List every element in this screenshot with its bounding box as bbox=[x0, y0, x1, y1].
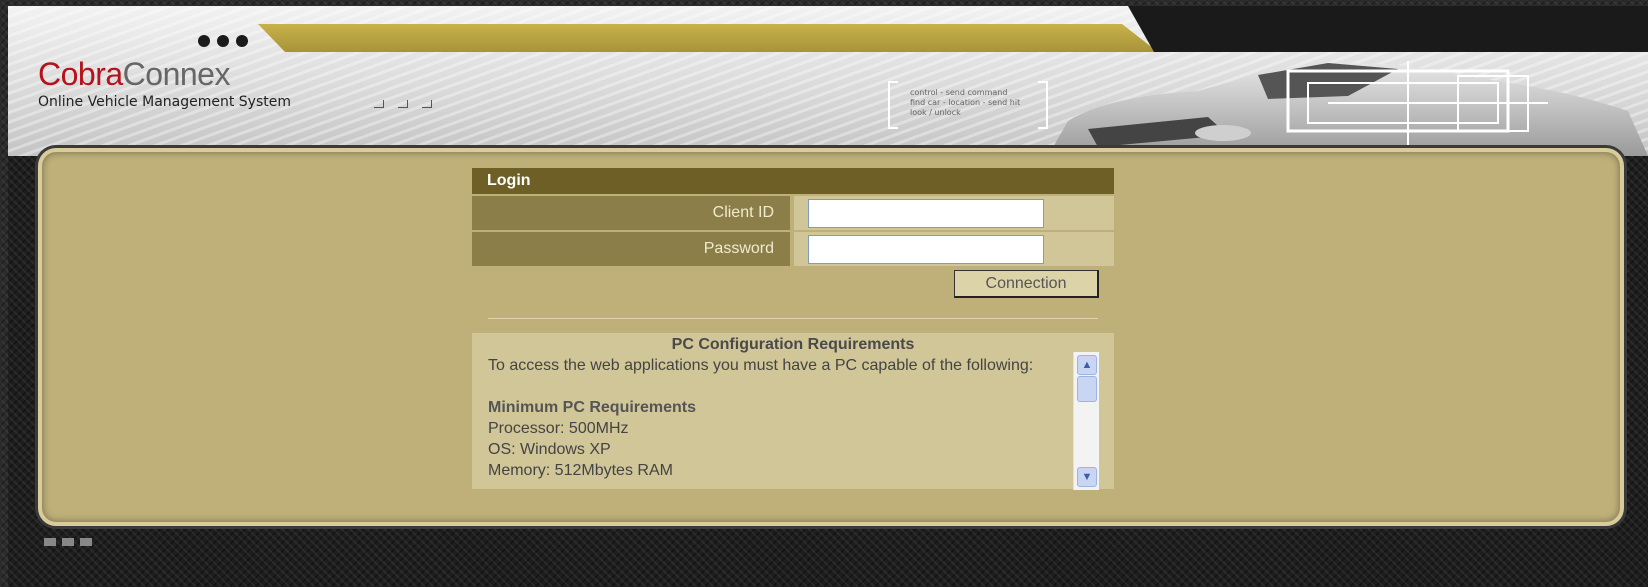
scroll-thumb[interactable] bbox=[1077, 376, 1097, 402]
password-row: Password bbox=[472, 232, 1114, 266]
button-row: Connection bbox=[472, 266, 1114, 302]
header-dots bbox=[198, 35, 248, 47]
client-id-cell bbox=[794, 196, 1114, 230]
tick-icon bbox=[374, 100, 384, 108]
password-cell bbox=[794, 232, 1114, 266]
logo-part2: Connex bbox=[122, 56, 231, 92]
dot-icon bbox=[198, 35, 210, 47]
command-line: control - send command bbox=[910, 88, 1008, 97]
login-title: Login bbox=[472, 168, 1114, 194]
logo-part1: Cobra bbox=[38, 56, 123, 92]
footer-dot-icon bbox=[62, 538, 74, 546]
client-id-row: Client ID bbox=[472, 196, 1114, 230]
header-dark-band bbox=[1128, 6, 1648, 52]
requirements-subtitle: Minimum PC Requirements bbox=[488, 399, 697, 416]
command-line: look / unlock bbox=[910, 108, 961, 117]
site-subtitle: Online Vehicle Management System bbox=[38, 94, 292, 110]
header-gold-band bbox=[258, 24, 1158, 52]
divider bbox=[488, 318, 1098, 319]
requirements-box: PC Configuration Requirements To access … bbox=[472, 333, 1114, 489]
command-line: find car - location - send hit bbox=[910, 98, 1021, 107]
requirements-title: PC Configuration Requirements bbox=[671, 336, 915, 353]
dot-icon bbox=[236, 35, 248, 47]
footer-dot-icon bbox=[80, 538, 92, 546]
connection-button[interactable]: Connection bbox=[954, 270, 1099, 298]
car-image bbox=[1048, 61, 1648, 156]
tick-icon bbox=[422, 100, 432, 108]
client-id-input[interactable] bbox=[808, 198, 1044, 228]
requirements-intro: To access the web applications you must … bbox=[488, 357, 1034, 374]
requirements-body: To access the web applications you must … bbox=[488, 355, 1063, 481]
requirement-item: OS: Windows XP bbox=[488, 441, 611, 458]
tick-icon bbox=[398, 100, 408, 108]
dot-icon bbox=[217, 35, 229, 47]
scroll-up-icon[interactable]: ▲ bbox=[1077, 355, 1097, 375]
requirement-item: Processor: 500MHz bbox=[488, 420, 629, 437]
command-bracket: control - send command find car - locati… bbox=[888, 81, 1048, 129]
scroll-down-icon[interactable]: ▼ bbox=[1077, 467, 1097, 487]
logo: CobraConnex bbox=[38, 58, 230, 90]
login-form: Login Client ID Password Connection bbox=[472, 168, 1114, 302]
password-label: Password bbox=[472, 232, 790, 266]
command-text: control - send command find car - locati… bbox=[910, 88, 1020, 118]
requirements-scrollbar[interactable]: ▲ ▼ bbox=[1073, 352, 1099, 490]
password-input[interactable] bbox=[808, 234, 1044, 264]
bracket-left-icon bbox=[888, 81, 898, 129]
footer-dots bbox=[44, 538, 92, 546]
footer-dot-icon bbox=[44, 538, 56, 546]
requirement-item: Memory: 512Mbytes RAM bbox=[488, 462, 673, 479]
client-id-label: Client ID bbox=[472, 196, 790, 230]
header-ticks bbox=[374, 100, 432, 108]
header: CobraConnex Online Vehicle Management Sy… bbox=[8, 6, 1648, 156]
